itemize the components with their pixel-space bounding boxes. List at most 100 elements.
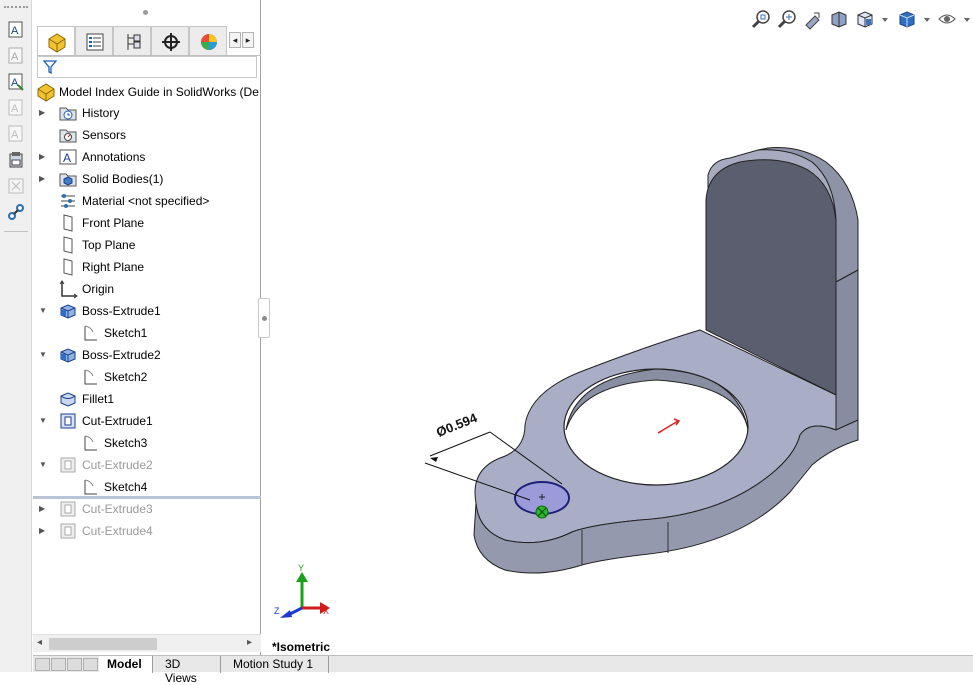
collapse-arrow-icon[interactable]: ▼ <box>39 416 48 425</box>
tree-item-fillet1[interactable]: Fillet1 <box>33 388 261 410</box>
surface-finish-icon[interactable]: A <box>6 124 26 144</box>
zoom-to-fit-icon[interactable] <box>750 8 772 30</box>
section-view-icon[interactable] <box>828 8 850 30</box>
previous-view-icon[interactable] <box>802 8 824 30</box>
datum-feature-icon[interactable] <box>6 150 26 170</box>
collapse-arrow-icon[interactable]: ▼ <box>39 306 48 315</box>
rollback-bar[interactable] <box>33 496 261 499</box>
panel-grip[interactable] <box>143 10 148 15</box>
expand-arrow-icon[interactable]: ▶ <box>39 526 48 535</box>
tree-item-right-plane[interactable]: Right Plane <box>33 256 261 278</box>
configuration-manager-icon <box>127 34 141 50</box>
tab-display-manager[interactable] <box>189 26 227 55</box>
display-style-dropdown-icon[interactable] <box>916 8 930 30</box>
svg-text:A: A <box>11 77 19 89</box>
tree-item-label: Cut-Extrude1 <box>82 414 153 428</box>
balloon-icon[interactable]: A <box>6 98 26 118</box>
tree-item-cut-extrude4[interactable]: ▶ Cut-Extrude4 <box>33 520 261 542</box>
tree-item-sketch2[interactable]: Sketch2 <box>33 366 261 388</box>
triad-label-z: Z <box>274 606 280 616</box>
tree-item-label: Top Plane <box>82 238 136 252</box>
weld-symbol-icon[interactable] <box>6 202 26 222</box>
manager-tabs: ◂ ▸ <box>37 26 261 56</box>
display-style-icon[interactable] <box>896 8 918 30</box>
tree-filter-box[interactable] <box>37 56 257 78</box>
tree-item-material-not-specified[interactable]: Material <not specified> <box>33 190 261 212</box>
tree-item-sketch4[interactable]: Sketch4 <box>33 476 261 498</box>
feature-manager-icon <box>48 33 66 53</box>
tree-item-sketch1[interactable]: Sketch1 <box>33 322 261 344</box>
expand-arrow-icon[interactable]: ▶ <box>39 174 48 183</box>
tree-item-top-plane[interactable]: Top Plane <box>33 234 261 256</box>
collapse-arrow-icon[interactable]: ▼ <box>39 460 48 469</box>
zoom-to-area-icon[interactable] <box>776 8 798 30</box>
scroll-right-arrow[interactable]: ▸ <box>247 637 252 648</box>
tree-item-cut-extrude1[interactable]: ▼ Cut-Extrude1 <box>33 410 261 432</box>
first-tab-button[interactable] <box>35 658 50 671</box>
tab-scroll-left[interactable]: ◂ <box>229 32 241 48</box>
tab-dimxpert-manager[interactable] <box>151 26 189 55</box>
last-tab-button[interactable] <box>83 658 98 671</box>
tree-item-annotations[interactable]: ▶ A Annotations <box>33 146 261 168</box>
view-orientation-dropdown-icon[interactable] <box>874 8 888 30</box>
tree-item-sketch3[interactable]: Sketch3 <box>33 432 261 454</box>
tree-item-label: Sketch4 <box>104 480 148 494</box>
expand-arrow-icon[interactable]: ▶ <box>39 108 48 117</box>
panel-collapse-handle[interactable] <box>258 298 270 338</box>
scroll-thumb[interactable] <box>49 638 157 650</box>
tree-item-solid-bodies-1[interactable]: ▶ Solid Bodies(1) <box>33 168 261 190</box>
annotations-folder-icon: A <box>58 147 78 167</box>
sketch-icon <box>80 477 100 497</box>
tree-item-label: Sketch1 <box>104 326 148 340</box>
tab-motion-study[interactable]: Motion Study 1 <box>225 656 329 673</box>
expand-arrow-icon[interactable]: ▶ <box>39 504 48 513</box>
boss-extrude-icon <box>58 345 78 365</box>
tree-item-history[interactable]: ▶ History <box>33 102 261 124</box>
tree-item-boss-extrude2[interactable]: ▼ Boss-Extrude2 <box>33 344 261 366</box>
tree-item-label: Material <not specified> <box>82 194 210 208</box>
collapse-arrow-icon[interactable]: ▼ <box>39 350 48 359</box>
expand-arrow-icon[interactable]: ▶ <box>39 152 48 161</box>
next-tab-button[interactable] <box>67 658 82 671</box>
smart-dimension-icon[interactable]: A <box>6 20 26 40</box>
plane-icon <box>58 235 78 255</box>
geometric-tolerance-icon[interactable] <box>6 176 26 196</box>
solid-bodies-folder-icon <box>58 169 78 189</box>
scroll-left-arrow[interactable]: ◂ <box>37 637 42 648</box>
view-orientation-icon[interactable] <box>854 8 876 30</box>
tree-item-sensors[interactable]: Sensors <box>33 124 261 146</box>
strip-grip[interactable] <box>4 6 28 8</box>
tree-root-part[interactable]: Model Index Guide in SolidWorks (De <box>35 82 261 102</box>
tab-configuration-manager[interactable] <box>113 26 151 55</box>
tab-feature-manager[interactable] <box>37 26 75 55</box>
hide-show-items-icon[interactable] <box>936 8 958 30</box>
tab-scroll-right[interactable]: ▸ <box>242 32 254 48</box>
prev-tab-button[interactable] <box>51 658 66 671</box>
tree-horizontal-scrollbar[interactable]: ◂ ▸ <box>33 634 261 652</box>
tree-item-label: Sensors <box>82 128 127 142</box>
property-manager-icon <box>86 33 104 51</box>
auto-balloon-icon[interactable]: A <box>6 72 26 92</box>
display-manager-icon <box>201 34 217 50</box>
tree-item-label: History <box>82 106 120 120</box>
tab-3d-views[interactable]: 3D Views <box>157 656 221 685</box>
svg-text:A: A <box>11 25 19 37</box>
tab-property-manager[interactable] <box>75 26 113 55</box>
tree-item-boss-extrude1[interactable]: ▼ Boss-Extrude1 <box>33 300 261 322</box>
tree-item-cut-extrude2[interactable]: ▼ Cut-Extrude2 <box>33 454 261 476</box>
tree-item-label: Right Plane <box>82 260 145 274</box>
svg-text:A: A <box>11 51 19 63</box>
tab-model[interactable]: Model <box>99 656 153 673</box>
tree-item-cut-extrude3[interactable]: ▶ Cut-Extrude3 <box>33 498 261 520</box>
note-icon[interactable]: A <box>6 46 26 66</box>
tree-item-origin[interactable]: Origin <box>33 278 261 300</box>
tree-item-front-plane[interactable]: Front Plane <box>33 212 261 234</box>
tree-item-label: Annotations <box>82 150 146 164</box>
command-strip: A A A A A <box>0 0 32 672</box>
tree-item-label: Cut-Extrude3 <box>82 502 153 516</box>
fillet-icon <box>58 389 78 409</box>
hide-show-dropdown-icon[interactable] <box>956 8 970 30</box>
filter-icon <box>42 60 58 75</box>
svg-text:A: A <box>11 103 19 115</box>
part-model[interactable] <box>262 0 973 655</box>
